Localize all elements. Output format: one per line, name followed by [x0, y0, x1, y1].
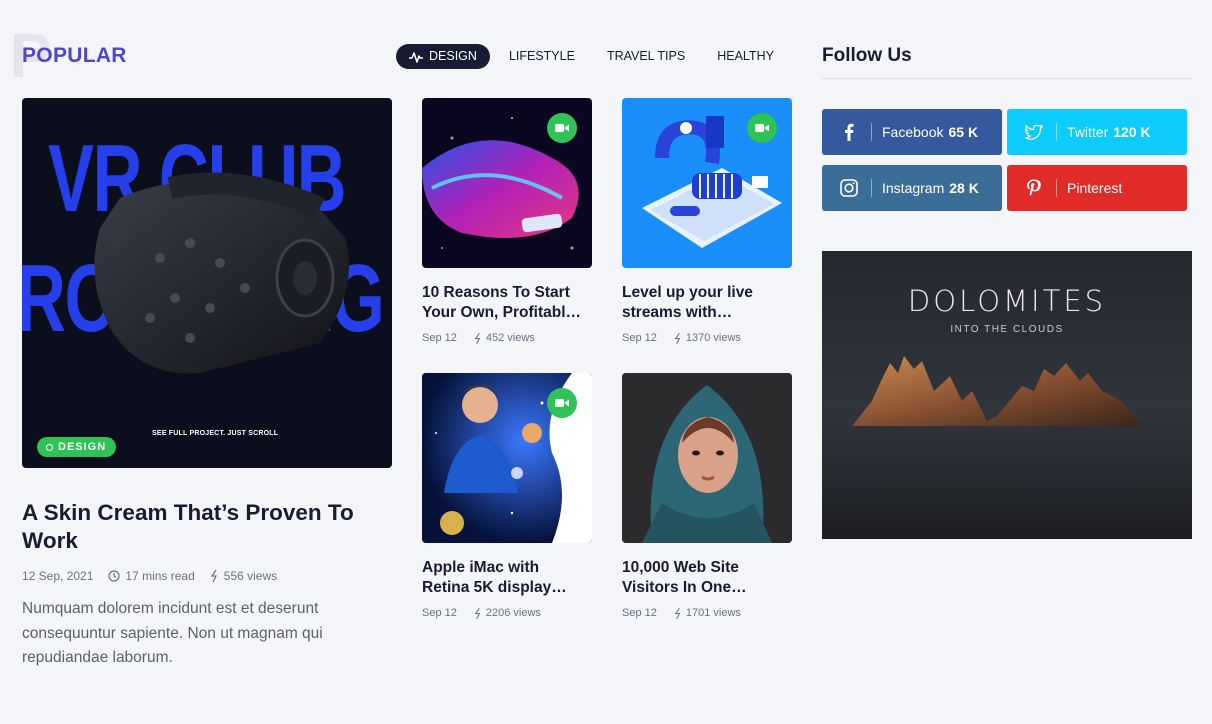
twitter-label: Twitter	[1067, 124, 1109, 140]
post-card-date: Sep 12	[622, 607, 657, 619]
featured-image-caption: SEE FULL PROJECT. JUST SCROLL	[152, 430, 279, 437]
social-separator	[1056, 123, 1057, 141]
video-play-button[interactable]	[747, 113, 777, 143]
instagram-count: 28 K	[949, 180, 979, 196]
featured-date: 12 Sep, 2021	[22, 569, 94, 583]
post-card-title-line2: streams with…	[622, 303, 733, 321]
section-heading: P POPULAR	[10, 26, 150, 88]
pulse-icon	[409, 51, 423, 63]
post-card-views: 2206 views	[474, 607, 541, 619]
bolt-icon	[474, 607, 481, 619]
views-text: 2206 views	[485, 607, 541, 619]
post-card-title[interactable]: 10,000 Web Site Visitors In One…	[622, 558, 792, 597]
tab-lifestyle[interactable]: LIFESTYLE	[493, 44, 591, 69]
instagram-icon	[836, 179, 862, 197]
views-text: 1370 views	[685, 332, 741, 344]
social-separator	[871, 179, 872, 197]
woman-portrait-image	[622, 373, 792, 543]
tab-travel-tips[interactable]: TRAVEL TIPS	[591, 44, 701, 69]
category-badge[interactable]: DESIGN	[37, 437, 117, 457]
clock-icon	[108, 570, 121, 582]
views-text: 1701 views	[685, 607, 741, 619]
social-separator	[871, 123, 872, 141]
twitter-count: 120 K	[1113, 124, 1151, 140]
video-camera-icon	[555, 124, 569, 132]
follow-us-title: Follow Us	[822, 45, 912, 66]
tab-design-label: DESIGN	[429, 49, 477, 63]
social-separator	[1056, 179, 1057, 197]
twitter-button[interactable]: Twitter 120 K	[1007, 109, 1187, 155]
tab-design[interactable]: DESIGN	[396, 44, 490, 69]
featured-post-title[interactable]: A Skin Cream That’s Proven To Work	[22, 499, 392, 555]
bolt-icon	[674, 332, 681, 344]
twitter-icon	[1021, 124, 1047, 140]
post-card-thumbnail[interactable]	[622, 373, 792, 543]
bolt-icon	[474, 332, 481, 344]
post-card-title[interactable]: Apple iMac with Retina 5K display…	[422, 558, 592, 597]
read-time-text: 17 mins read	[125, 569, 195, 583]
follow-divider	[822, 78, 1192, 79]
post-card-date: Sep 12	[622, 332, 657, 344]
post-card-meta: Sep 12 2206 views	[422, 607, 592, 619]
post-card-meta: Sep 12 1701 views	[622, 607, 792, 619]
pinterest-icon	[1021, 179, 1047, 197]
post-card-title-line2: Retina 5K display…	[422, 578, 567, 596]
category-tabs: DESIGN LIFESTYLE TRAVEL TIPS HEALTHY	[396, 44, 790, 69]
dolomites-ad-banner[interactable]: DOLOMITES INTO THE CLOUDS	[822, 251, 1192, 539]
bolt-icon	[210, 570, 217, 582]
post-card-views: 1370 views	[674, 332, 741, 344]
post-card-thumbnail[interactable]	[422, 98, 592, 268]
views-text: 556 views	[223, 569, 278, 583]
facebook-icon	[836, 123, 862, 141]
video-play-button[interactable]	[547, 388, 577, 418]
section-title: POPULAR	[22, 44, 127, 67]
video-play-button[interactable]	[547, 113, 577, 143]
ad-subtitle: INTO THE CLOUDS	[950, 324, 1064, 335]
bolt-icon	[674, 607, 681, 619]
post-card-date: Sep 12	[422, 607, 457, 619]
post-card-title-line1: Apple iMac with	[422, 559, 540, 576]
video-camera-icon	[755, 124, 769, 132]
post-card-title-line2: Your Own, Profitabl…	[422, 303, 582, 321]
instagram-button[interactable]: Instagram 28 K	[822, 165, 1002, 211]
pinterest-label: Pinterest	[1067, 180, 1123, 196]
category-badge-label: DESIGN	[58, 441, 107, 453]
post-card-title[interactable]: 10 Reasons To Start Your Own, Profitabl…	[422, 283, 592, 322]
facebook-count: 65 K	[948, 124, 979, 140]
post-card-title-line1: Level up your live	[622, 284, 753, 301]
instagram-label: Instagram	[882, 180, 945, 196]
tab-healthy[interactable]: HEALTHY	[701, 44, 790, 69]
post-card[interactable]: Apple iMac with Retina 5K display… Sep 1…	[422, 373, 592, 619]
featured-read-time: 17 mins read	[108, 569, 195, 583]
badge-dot-icon	[46, 443, 53, 451]
featured-views: 556 views	[210, 569, 277, 583]
post-card[interactable]: 10,000 Web Site Visitors In One… Sep 12 …	[622, 373, 792, 619]
views-text: 452 views	[485, 332, 535, 344]
vr-headset-graphic	[94, 172, 350, 374]
post-card-title-line1: 10 Reasons To Start	[422, 284, 570, 301]
facebook-button[interactable]: Facebook 65 K	[822, 109, 1002, 155]
post-card[interactable]: 10 Reasons To Start Your Own, Profitabl……	[422, 98, 592, 344]
post-card-views: 452 views	[474, 332, 535, 344]
post-card-title-line2: Visitors In One…	[622, 578, 747, 596]
pinterest-button[interactable]: Pinterest	[1007, 165, 1187, 211]
post-card-date: Sep 12	[422, 332, 457, 344]
post-card-title-line1: 10,000 Web Site	[622, 559, 739, 576]
featured-post-excerpt: Numquam dolorem incidunt est et deserunt…	[22, 600, 323, 666]
video-camera-icon	[555, 399, 569, 407]
ad-title: DOLOMITES	[907, 284, 1107, 318]
post-card-thumbnail[interactable]	[622, 98, 792, 268]
post-card[interactable]: Level up your live streams with… Sep 12 …	[622, 98, 792, 344]
post-card-meta: Sep 12 452 views	[422, 332, 592, 344]
post-card-meta: Sep 12 1370 views	[622, 332, 792, 344]
post-card-thumbnail[interactable]	[422, 373, 592, 543]
featured-post-image[interactable]: VR CLUB ROMO PAG SEE FULL PROJECT. JUST …	[22, 98, 392, 468]
featured-post-meta: 12 Sep, 2021 17 mins read 556 views	[22, 569, 292, 583]
post-card-title[interactable]: Level up your live streams with…	[622, 283, 792, 322]
post-card-views: 1701 views	[674, 607, 741, 619]
facebook-label: Facebook	[882, 124, 944, 140]
